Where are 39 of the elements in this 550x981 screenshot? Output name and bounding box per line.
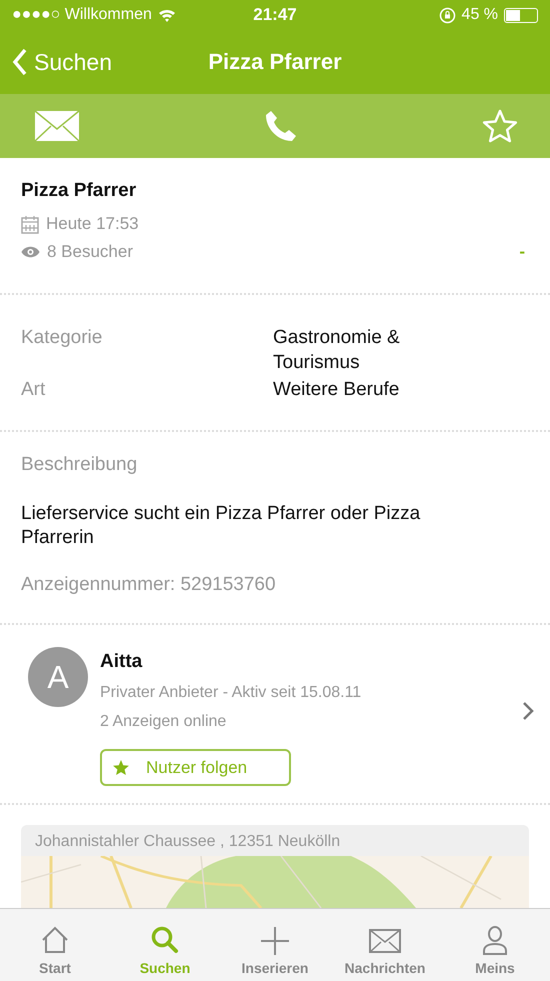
tab[interactable]: Suchen [110,909,220,981]
visitor-count: 8 Besucher [47,242,133,262]
detail-label: Art [21,378,46,402]
ads-count: 2 Anzeigen online [100,713,228,731]
back-button[interactable]: Suchen [12,48,112,76]
date-text: Heute 17:53 [46,214,139,234]
listing-title: Pizza Pfarrer [21,180,138,202]
carrier-text: ●●●●○ Willkommen [12,6,152,24]
rotation-lock-icon [438,6,456,24]
wifi-icon [158,8,176,22]
status-mark: - [519,242,525,262]
address-text: Johannistahler Chaussee , 12351 Neukölln [34,832,342,852]
battery-icon [504,8,538,22]
calendar-icon [21,214,39,234]
plus-icon [259,925,291,957]
detail-value: Gastronomie & Tourismus [273,326,401,375]
star-icon [112,759,130,776]
tab[interactable]: Meins [440,909,550,981]
mail-button[interactable] [34,110,80,142]
battery-text: 45 % [462,6,498,24]
detail-label: Kategorie [21,326,104,350]
avatar: A [28,647,88,707]
tab[interactable]: Start [0,909,110,981]
ad-number: Anzeigennummer: 529153760 [21,574,277,596]
description-text: Lieferservice sucht ein Pizza Pfarrer oder Pizza Pfarrerin [21,502,422,550]
chevron-icon [12,48,28,76]
follow-button[interactable]: Nutzer folgen [100,749,291,786]
tab[interactable]: Inserieren [220,909,330,981]
phone-button[interactable] [264,109,298,143]
tab[interactable]: Nachrichten [330,909,440,981]
eye-icon [21,246,40,258]
detail-value: Weitere Berufe [273,378,400,402]
page-title: Pizza Pfarrer [208,49,342,74]
seller-info: Privater Anbieter - Aktiv seit 15.08.11 [100,684,362,702]
clock-text: 21:47 [253,5,297,25]
seller-name: Aitta [100,651,144,673]
chevron-icon[interactable] [522,701,534,721]
favorite-button[interactable] [482,109,518,143]
section-heading: Beschreibung [21,454,138,476]
